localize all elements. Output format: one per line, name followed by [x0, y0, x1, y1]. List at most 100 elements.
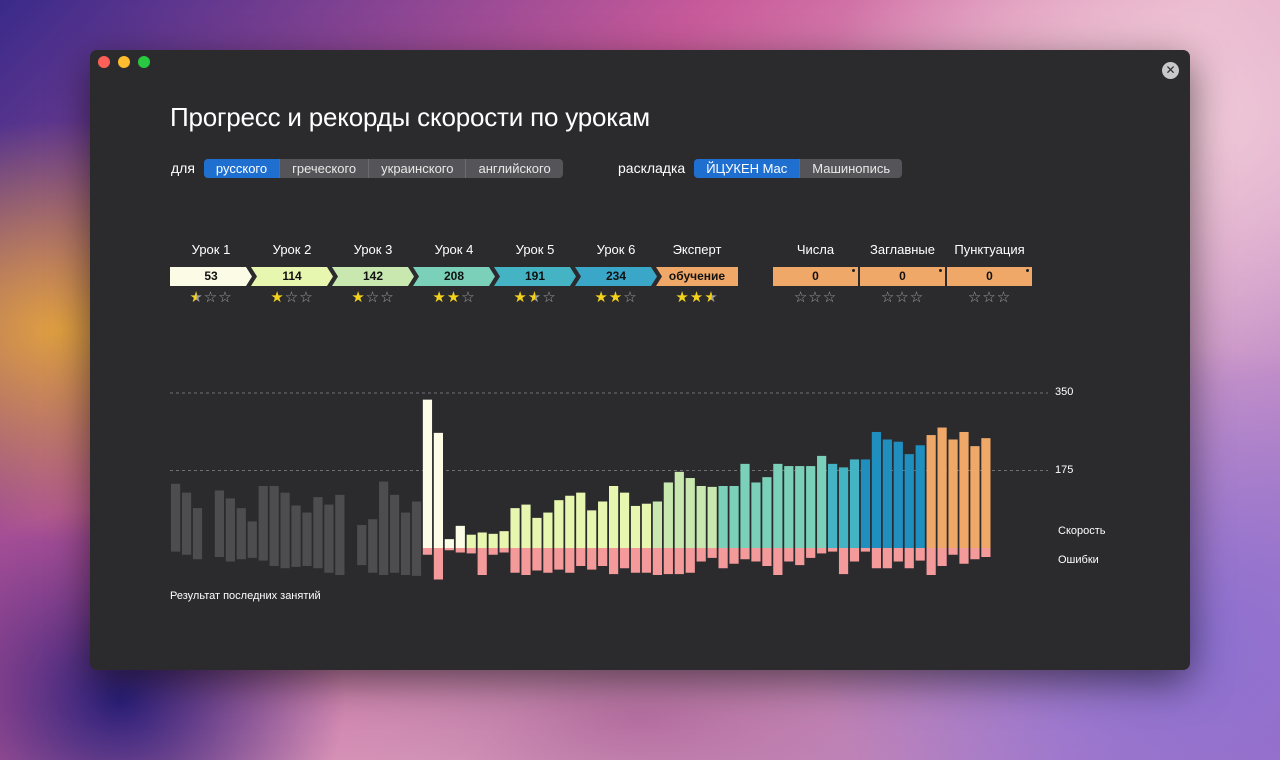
speed-errors-chart: 350 175 Скорость Ошибки: [170, 385, 1106, 585]
layout-selector: раскладка ЙЦУКЕН Mac Машинопись: [618, 158, 903, 178]
error-bar: [959, 548, 969, 564]
error-bar: [981, 548, 991, 557]
error-bar: [247, 548, 257, 558]
speed-bar: [915, 445, 925, 548]
y-tick-350: 350: [1055, 386, 1074, 398]
error-bar: [860, 548, 871, 552]
speed-bar: [466, 534, 476, 548]
zoom-window-button[interactable]: [138, 56, 150, 68]
speed-bar: [904, 454, 914, 548]
lesson-item[interactable]: Урок 4 208 ★★☆: [413, 242, 495, 306]
close-window-button[interactable]: [98, 56, 110, 68]
speed-bar: [630, 505, 641, 548]
lesson-record: 114: [251, 267, 333, 286]
speed-bar: [324, 504, 334, 548]
error-bar: [838, 548, 849, 575]
extra-lesson-value: 0: [986, 269, 993, 283]
speed-bar: [784, 466, 794, 548]
language-option[interactable]: украинского: [369, 158, 467, 178]
extra-lesson-name: Пунктуация: [954, 242, 1025, 257]
error-bar: [433, 548, 443, 580]
layout-segmented-control: ЙЦУКЕН Mac Машинопись: [694, 158, 903, 178]
lesson-item[interactable]: Урок 1 53 ★☆☆: [170, 242, 252, 306]
lesson-name: Урок 2: [272, 242, 312, 257]
speed-bar: [357, 524, 367, 548]
lesson-record: 234: [575, 267, 657, 286]
speed-bar: [411, 501, 422, 548]
lesson-name: Урок 3: [353, 242, 393, 257]
lesson-record: 208: [413, 267, 495, 286]
layout-option[interactable]: Машинопись: [800, 159, 902, 178]
speed-bar: [959, 431, 969, 548]
speed-bar: [477, 532, 487, 548]
speed-bar: [291, 505, 301, 548]
extra-lesson-item[interactable]: Числа 0 ☆☆☆: [773, 242, 858, 306]
lesson-item[interactable]: Эксперт обучение ★★★: [656, 242, 738, 306]
error-bar: [762, 548, 772, 566]
star-empty-icon: ☆: [822, 289, 838, 306]
speed-bar: [707, 486, 717, 548]
error-bar: [313, 548, 323, 569]
star-full-icon: ★: [608, 289, 624, 306]
speed-bar: [828, 463, 838, 548]
error-bar: [795, 548, 805, 566]
speed-bar: [773, 463, 783, 548]
layout-option[interactable]: ЙЦУКЕН Mac: [694, 158, 801, 178]
error-bar: [740, 548, 750, 560]
lesson-stars: ★★☆: [575, 290, 657, 306]
error-bar: [411, 548, 422, 576]
extra-lesson-item[interactable]: Заглавные 0 ☆☆☆: [860, 242, 945, 306]
error-bar: [335, 548, 345, 575]
error-bar: [685, 548, 695, 573]
error-bar: [751, 548, 761, 562]
lesson-item[interactable]: Урок 3 142 ★☆☆: [332, 242, 414, 306]
error-bar: [729, 548, 739, 564]
language-option[interactable]: русского: [203, 158, 281, 178]
speed-bar: [674, 471, 684, 548]
lesson-stars: ★★★: [656, 290, 738, 306]
close-icon[interactable]: ✕: [1162, 62, 1179, 79]
speed-bar: [762, 477, 772, 548]
star-empty-icon: ☆: [793, 289, 809, 306]
speed-bar: [280, 492, 290, 548]
extra-lesson-stars: ☆☆☆: [773, 290, 858, 306]
indicator-dot-icon: [1026, 269, 1029, 272]
speed-bar: [937, 427, 947, 548]
error-bar: [817, 548, 827, 554]
language-label: для: [171, 160, 195, 176]
error-bar: [904, 548, 914, 569]
star-empty-icon: ☆: [982, 289, 997, 306]
lesson-item[interactable]: Урок 5 191 ★★☆: [494, 242, 576, 306]
lesson-record: 53: [170, 267, 252, 286]
error-bar: [400, 548, 411, 575]
star-empty-icon: ☆: [284, 289, 300, 306]
chart-svg: [170, 392, 1048, 580]
error-bar: [565, 548, 575, 573]
speed-bar: [400, 512, 411, 548]
language-option[interactable]: английского: [466, 159, 562, 178]
error-bar: [499, 548, 509, 553]
error-bar: [269, 548, 279, 566]
speed-bar: [247, 521, 257, 548]
chart-caption: Результат последних занятий: [170, 590, 321, 602]
extra-lesson-name: Числа: [796, 242, 835, 257]
extra-lesson-item[interactable]: Пунктуация 0 ☆☆☆: [947, 242, 1032, 306]
star-full-icon: ★: [675, 289, 690, 306]
error-bar: [171, 548, 181, 552]
language-option[interactable]: греческого: [280, 158, 370, 178]
star-empty-icon: ☆: [623, 289, 638, 306]
speed-bar: [225, 498, 235, 548]
error-bar: [970, 548, 980, 560]
minimize-window-button[interactable]: [118, 56, 130, 68]
error-bar: [488, 548, 498, 555]
lesson-item[interactable]: Урок 2 114 ★☆☆: [251, 242, 333, 306]
star-full-icon: ★: [270, 289, 285, 306]
error-bar: [280, 548, 290, 569]
error-bar: [619, 548, 630, 569]
speed-bar: [444, 539, 454, 548]
lesson-record: обучение: [656, 267, 738, 286]
error-bar: [477, 548, 487, 575]
error-bar: [849, 548, 860, 562]
lesson-item[interactable]: Урок 6 234 ★★☆: [575, 242, 657, 306]
layout-label: раскладка: [618, 160, 686, 176]
